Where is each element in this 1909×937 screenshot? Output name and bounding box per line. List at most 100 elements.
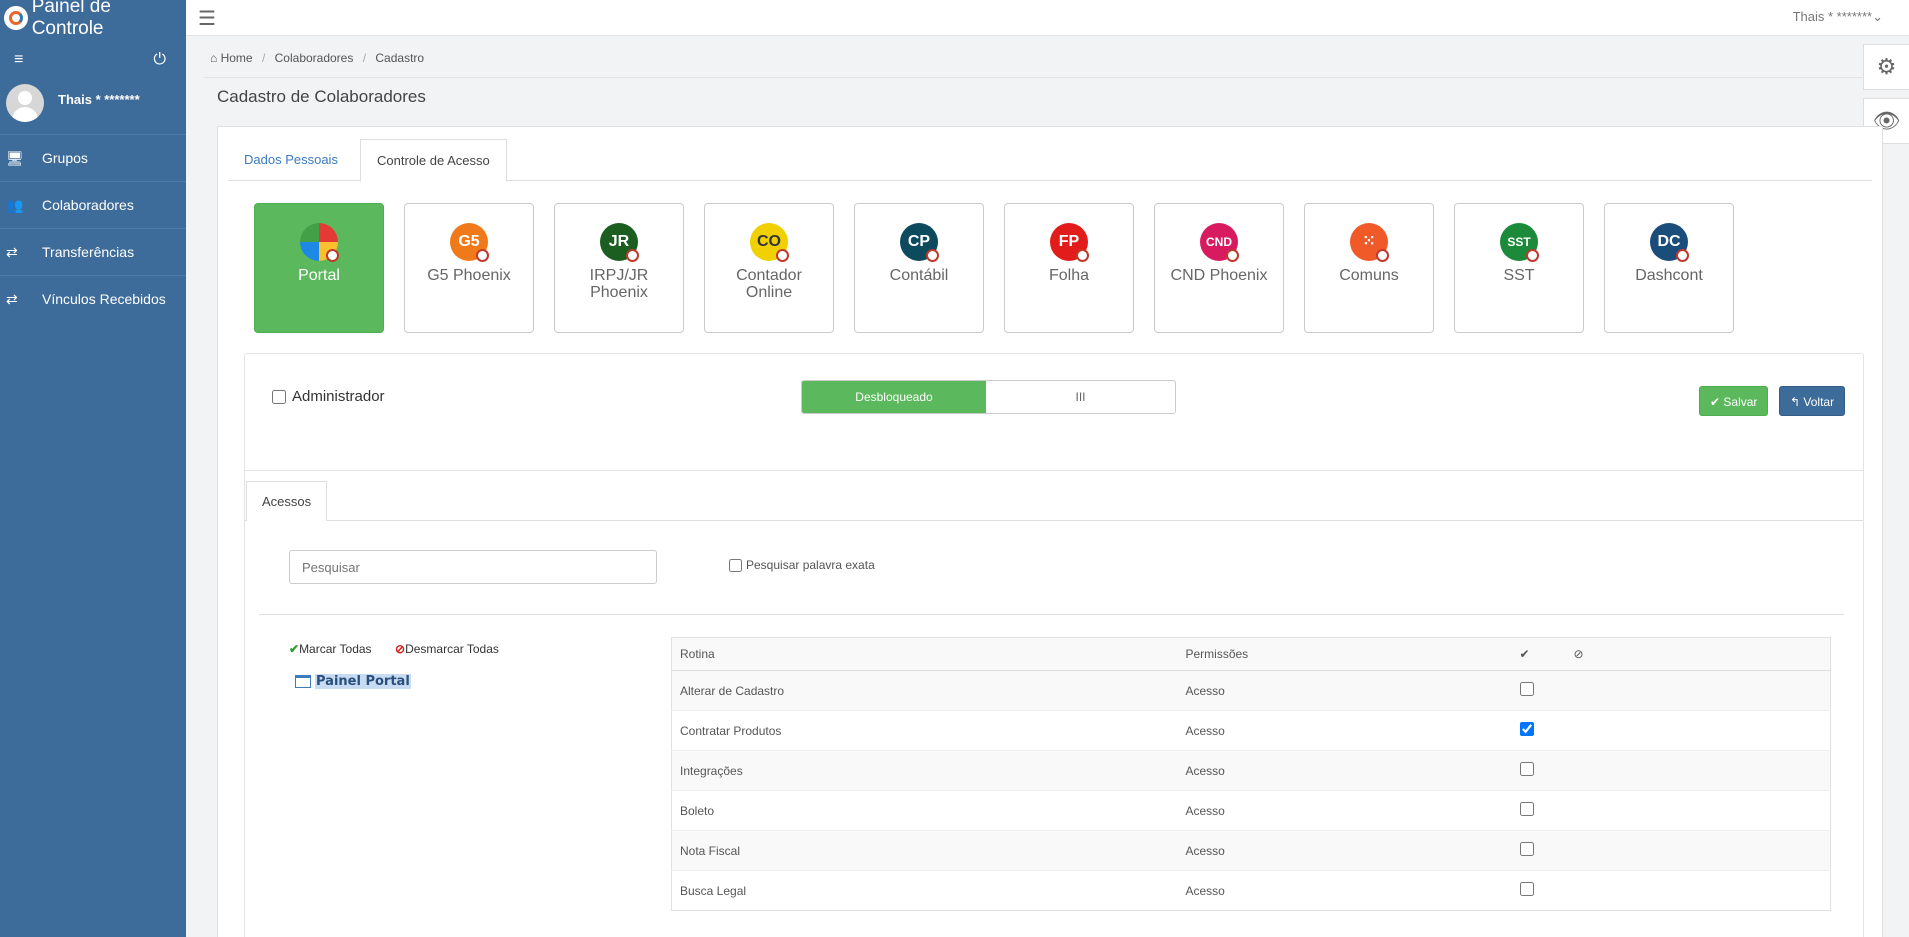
empty-cell bbox=[1565, 870, 1831, 911]
app-tile[interactable]: CND CND Phoenix bbox=[1154, 203, 1284, 333]
sidebar-item-label: Grupos bbox=[42, 150, 88, 166]
sidebar-item-vinculos[interactable]: ⇄ Vínculos Recebidos bbox=[0, 275, 186, 322]
sidebar-tools: ≡ ⏻ bbox=[0, 36, 186, 84]
unmark-all-button[interactable]: ⊘Desmarcar Todas bbox=[395, 642, 499, 656]
app-logo-icon: CO bbox=[750, 223, 789, 262]
home-icon: ⌂ bbox=[210, 51, 218, 65]
permission-checkbox[interactable] bbox=[1519, 802, 1534, 816]
table-row: Alterar de Cadastro Acesso bbox=[671, 670, 1831, 711]
sidebar-item-colaboradores[interactable]: 👥 Colaboradores bbox=[0, 181, 186, 228]
permission-checkbox[interactable] bbox=[1519, 882, 1534, 896]
sidebar-item-transferencias[interactable]: ⇄ Transferências bbox=[0, 228, 186, 275]
permission-cell: Acesso bbox=[1177, 790, 1512, 831]
mark-all-label: Marcar Todas bbox=[299, 642, 372, 656]
empty-cell bbox=[1565, 710, 1831, 751]
menu-icon[interactable]: ≡ bbox=[14, 51, 23, 69]
breadcrumb-separator: / bbox=[261, 51, 266, 65]
toggle-locked[interactable]: III bbox=[986, 381, 1175, 413]
monitor-icon: 🖥 bbox=[6, 149, 24, 166]
app-tile[interactable]: CP Contábil bbox=[854, 203, 984, 333]
app-tile[interactable]: ⁙ Comuns bbox=[1304, 203, 1434, 333]
user-name: Thais * ******* bbox=[58, 92, 140, 107]
permission-checkbox[interactable] bbox=[1519, 682, 1534, 696]
table-row: Nota Fiscal Acesso bbox=[671, 830, 1831, 871]
app-logo-icon: CP bbox=[900, 223, 939, 262]
window-icon bbox=[295, 675, 311, 688]
app-tile[interactable]: JR IRPJ/JR Phoenix bbox=[554, 203, 684, 333]
user-box: Thais * ******* bbox=[0, 84, 186, 134]
checkbox-cell bbox=[1511, 750, 1566, 791]
app-tile[interactable]: FP Folha bbox=[1004, 203, 1134, 333]
checkbox-cell bbox=[1511, 790, 1566, 831]
breadcrumb-home[interactable]: Home bbox=[221, 51, 253, 65]
exact-search-option[interactable]: Pesquisar palavra exata bbox=[729, 558, 875, 572]
permission-cell: Acesso bbox=[1177, 710, 1512, 751]
tree-node-painel-portal[interactable]: Painel Portal bbox=[295, 674, 411, 689]
breadcrumb-cadastro: Cadastro bbox=[375, 51, 425, 65]
back-button[interactable]: ↰ Voltar bbox=[1779, 386, 1846, 416]
permission-cell: Acesso bbox=[1177, 670, 1512, 711]
app-logo-icon: DC bbox=[1650, 223, 1689, 262]
app-tile-label: Portal bbox=[298, 267, 340, 284]
transfer-icon: ⇄ bbox=[6, 243, 18, 260]
exact-search-checkbox[interactable] bbox=[729, 558, 742, 572]
power-icon[interactable]: ⏻ bbox=[153, 51, 166, 69]
checkbox-cell bbox=[1511, 870, 1566, 911]
app-tile-label: Dashcont bbox=[1635, 267, 1703, 284]
admin-checkbox[interactable] bbox=[272, 389, 286, 404]
search-input[interactable] bbox=[289, 550, 657, 584]
avatar bbox=[6, 84, 44, 122]
app-tile-label: SST bbox=[1503, 267, 1535, 284]
hamburger-icon[interactable]: ☰ bbox=[198, 6, 216, 31]
permission-checkbox[interactable] bbox=[1519, 842, 1534, 856]
admin-label: Administrador bbox=[292, 388, 385, 405]
sidebar-item-label: Vínculos Recebidos bbox=[42, 291, 166, 307]
tab-controle-acesso[interactable]: Controle de Acesso bbox=[360, 139, 507, 182]
empty-cell bbox=[1565, 670, 1831, 711]
app-tile[interactable]: CO Contador Online bbox=[704, 203, 834, 333]
app-logo-icon: ⁙ bbox=[1350, 223, 1389, 262]
permission-checkbox[interactable] bbox=[1519, 722, 1534, 736]
app-tile[interactable]: DC Dashcont bbox=[1604, 203, 1734, 333]
divider bbox=[245, 470, 1863, 471]
header-check-icon[interactable]: ✔ bbox=[1511, 637, 1566, 671]
settings-gear-icon[interactable]: ⚙ bbox=[1863, 44, 1909, 90]
admin-checkbox-label[interactable]: Administrador bbox=[272, 388, 385, 405]
breadcrumb-colaboradores[interactable]: Colaboradores bbox=[275, 51, 354, 65]
permission-checkbox[interactable] bbox=[1519, 762, 1534, 776]
rotina-cell: Busca Legal bbox=[671, 870, 1178, 911]
header-ban-icon[interactable]: ⊘ bbox=[1565, 637, 1831, 671]
checkbox-cell bbox=[1511, 710, 1566, 751]
app-logo-icon: JR bbox=[600, 223, 639, 262]
app-tile-label: Folha bbox=[1048, 267, 1090, 284]
topbar: ☰ Thais * *******⌄ bbox=[186, 0, 1909, 36]
divider bbox=[204, 77, 1864, 78]
table-header-row: Rotina Permissões ✔ ⊘ bbox=[671, 637, 1831, 671]
check-icon: ✔ bbox=[289, 642, 300, 656]
brand[interactable]: Painel de Controle bbox=[0, 0, 186, 39]
app-tile[interactable]: SST SST bbox=[1454, 203, 1584, 333]
permission-cell: Acesso bbox=[1177, 870, 1512, 911]
table-row: Busca Legal Acesso bbox=[671, 870, 1831, 911]
app-logo-icon: CND bbox=[1200, 223, 1239, 262]
exact-search-label: Pesquisar palavra exata bbox=[746, 558, 875, 572]
sidebar: Painel de Controle ≡ ⏻ Thais * ******* 🖥… bbox=[0, 0, 186, 937]
sidebar-item-grupos[interactable]: 🖥 Grupos bbox=[0, 134, 186, 181]
tab-dados-pessoais[interactable]: Dados Pessoais bbox=[228, 139, 354, 182]
app-tile[interactable]: Portal bbox=[254, 203, 384, 333]
table-row: Integrações Acesso bbox=[671, 750, 1831, 791]
brand-title: Painel de Controle bbox=[31, 0, 111, 39]
tab-acessos[interactable]: Acessos bbox=[246, 481, 328, 521]
user-menu[interactable]: Thais * *******⌄ bbox=[1793, 9, 1883, 25]
lock-toggle[interactable]: Desbloqueado III bbox=[801, 380, 1176, 414]
app-tile[interactable]: G5 G5 Phoenix bbox=[404, 203, 534, 333]
table-row: Boleto Acesso bbox=[671, 790, 1831, 831]
table-body: Alterar de Cadastro Acesso Contratar Produ… bbox=[671, 670, 1831, 911]
app-tile-label: IRPJ/JR Phoenix bbox=[589, 267, 649, 301]
app-tile-label: Contábil bbox=[889, 267, 949, 284]
mark-all-button[interactable]: ✔Marcar Todas bbox=[289, 642, 372, 656]
toggle-unlocked[interactable]: Desbloqueado bbox=[802, 381, 986, 413]
save-button[interactable]: ✔ Salvar bbox=[1699, 386, 1769, 416]
app-tile-label: CND Phoenix bbox=[1170, 267, 1268, 284]
rotina-cell: Alterar de Cadastro bbox=[671, 670, 1178, 711]
